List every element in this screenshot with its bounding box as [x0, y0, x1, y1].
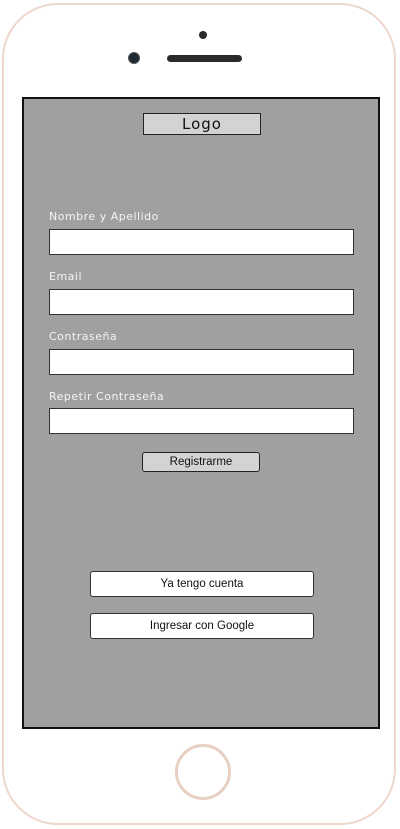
home-button[interactable] [175, 744, 231, 800]
email-label: Email [49, 270, 83, 283]
earpiece-speaker [167, 55, 242, 62]
app-screen: Logo Nombre y Apellido Email Contraseña … [22, 97, 380, 729]
fullname-label: Nombre y Apellido [49, 210, 159, 223]
register-button[interactable]: Registrarme [142, 452, 260, 472]
password-field[interactable] [49, 349, 354, 375]
repeat-password-field[interactable] [49, 408, 354, 434]
email-field[interactable] [49, 289, 354, 315]
logo: Logo [143, 113, 261, 135]
front-camera [128, 52, 140, 64]
sensor-dot [199, 31, 207, 39]
google-login-button[interactable]: Ingresar con Google [90, 613, 314, 639]
have-account-button[interactable]: Ya tengo cuenta [90, 571, 314, 597]
fullname-field[interactable] [49, 229, 354, 255]
repeat-password-label: Repetir Contraseña [49, 390, 165, 403]
password-label: Contraseña [49, 330, 118, 343]
